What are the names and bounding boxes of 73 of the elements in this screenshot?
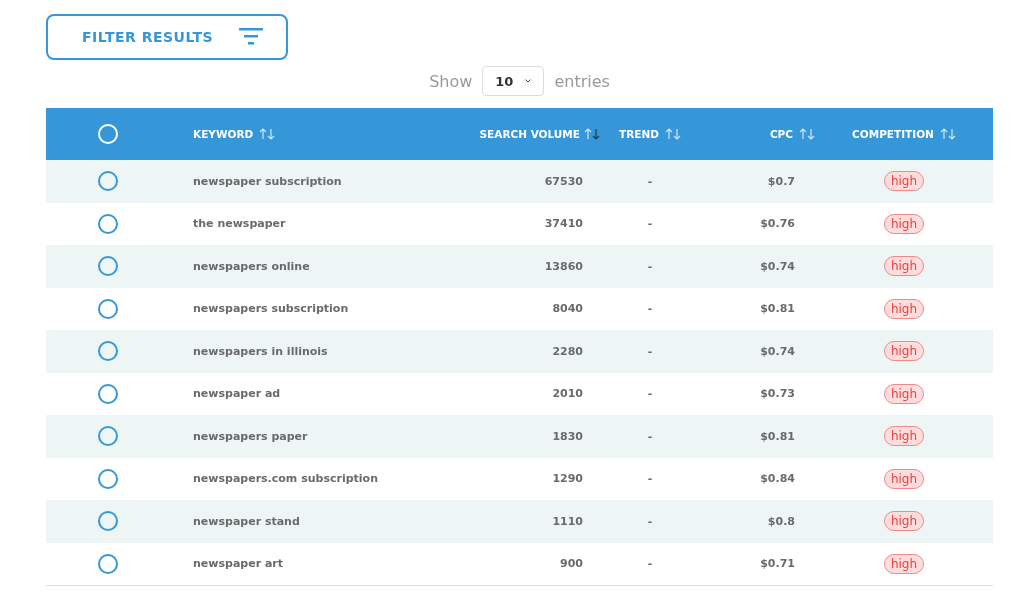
cpc-cell: $0.81: [760, 429, 795, 443]
column-header[interactable]: TREND: [619, 128, 659, 140]
keyword-cell: newspaper ad: [193, 387, 281, 401]
competition-badge: high: [883, 511, 925, 532]
show-label: Show: [429, 71, 473, 91]
cpc-cell: $0.8: [767, 514, 795, 528]
competition-badge: high: [883, 341, 925, 362]
row-checkbox[interactable]: [98, 256, 118, 277]
keyword-cell: newspaper subscription: [193, 174, 342, 188]
trend-cell: -: [647, 259, 653, 273]
competition-badge: high: [883, 171, 925, 192]
keyword-cell: newspapers in illinois: [193, 344, 328, 358]
volume-cell: 8040: [552, 302, 583, 316]
row-checkbox[interactable]: [98, 553, 118, 574]
volume-cell: 13860: [544, 259, 583, 273]
trend-cell: -: [647, 344, 653, 358]
row-checkbox[interactable]: [98, 383, 118, 404]
column-header[interactable]: SEARCH VOLUME: [479, 128, 580, 140]
column-header[interactable]: COMPETITION: [852, 128, 934, 140]
column-header[interactable]: CPC: [769, 128, 793, 140]
trend-cell: -: [647, 514, 653, 528]
trend-cell: -: [647, 217, 653, 231]
entries-dropdown[interactable]: 10: [482, 66, 545, 96]
keyword-cell: newspaper art: [193, 557, 283, 571]
volume-cell: 900: [560, 557, 583, 571]
sort-icon[interactable]: [584, 128, 600, 140]
trend-cell: -: [647, 557, 653, 571]
row-checkbox[interactable]: [98, 298, 118, 319]
competition-badge: high: [883, 468, 925, 489]
cpc-cell: $0.81: [760, 302, 795, 316]
row-checkbox[interactable]: [98, 468, 118, 489]
cpc-cell: $0.84: [760, 472, 795, 486]
caret-icon: [525, 79, 532, 83]
cpc-cell: $0.76: [760, 217, 795, 231]
keyword-cell: newspapers paper: [193, 429, 308, 443]
keyword-cell: newspapers online: [193, 259, 310, 273]
competition-badge: high: [883, 426, 925, 447]
row-checkbox[interactable]: [98, 426, 118, 447]
column-header[interactable]: KEYWORD: [193, 128, 254, 140]
cpc-cell: $0.73: [760, 387, 795, 401]
filter-icon: [239, 28, 264, 46]
keyword-cell: newspapers.com subscription: [193, 472, 378, 486]
volume-cell: 2010: [552, 387, 583, 401]
volume-cell: 1830: [552, 429, 583, 443]
trend-cell: -: [647, 302, 653, 316]
competition-badge: high: [883, 256, 925, 277]
competition-badge: high: [883, 298, 925, 319]
entries-label: entries: [554, 71, 610, 91]
competition-badge: high: [883, 383, 925, 404]
keyword-cell: newspaper stand: [193, 514, 300, 528]
trend-cell: -: [647, 429, 653, 443]
volume-cell: 67530: [544, 174, 583, 188]
trend-cell: -: [647, 472, 653, 486]
cpc-cell: $0.74: [760, 259, 795, 273]
row-checkbox[interactable]: [98, 511, 118, 532]
trend-cell: -: [647, 387, 653, 401]
volume-cell: 1110: [552, 514, 583, 528]
competition-badge: high: [883, 553, 925, 574]
keyword-cell: the newspaper: [193, 217, 286, 231]
row-checkbox[interactable]: [98, 213, 118, 234]
select-all-checkbox[interactable]: [98, 124, 118, 144]
trend-cell: -: [647, 174, 653, 188]
cpc-cell: $0.7: [767, 174, 795, 188]
cpc-cell: $0.74: [760, 344, 795, 358]
row-checkbox[interactable]: [98, 341, 118, 362]
competition-badge: high: [883, 213, 925, 234]
row-checkbox[interactable]: [98, 171, 118, 192]
volume-cell: 1290: [552, 472, 583, 486]
keyword-cell: newspapers subscription: [193, 302, 349, 316]
volume-cell: 2280: [552, 344, 583, 358]
cpc-cell: $0.71: [760, 557, 795, 571]
filter-results-button[interactable]: FILTER RESULTS: [46, 14, 288, 60]
volume-cell: 37410: [544, 217, 583, 231]
